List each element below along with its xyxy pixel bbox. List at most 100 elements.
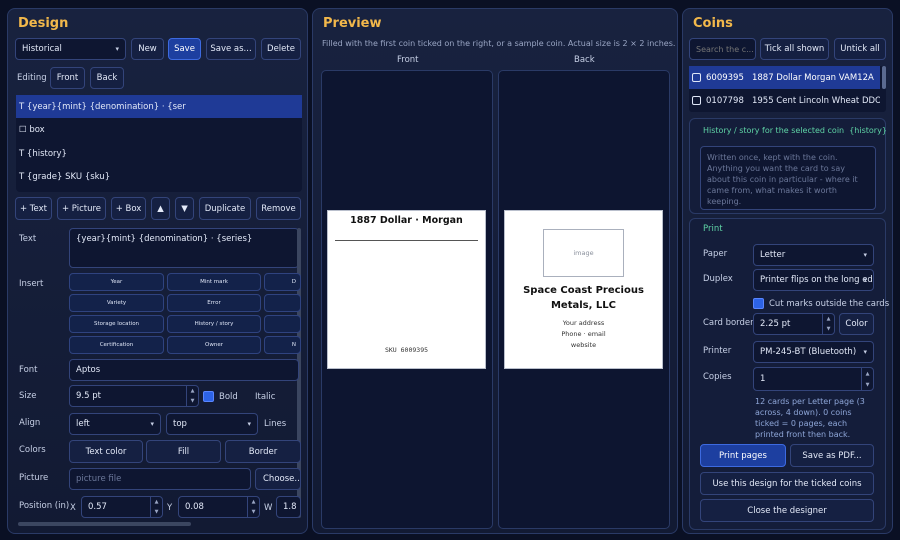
choose-picture-button[interactable]: Choose... <box>255 468 301 490</box>
card-border-stepper[interactable]: ▲ ▼ <box>822 314 834 334</box>
size-stepper[interactable]: ▲ ▼ <box>186 386 198 406</box>
design-panel: Design Historical New Save Save as... De… <box>7 8 308 534</box>
back-card-address: Your address <box>562 319 605 327</box>
insert-history-button[interactable]: History / story <box>167 315 261 333</box>
coin-list-scrollbar[interactable] <box>882 66 886 89</box>
add-picture-button[interactable]: + Picture <box>57 197 106 220</box>
cut-marks-checkbox[interactable] <box>753 298 764 309</box>
colors-label: Colors <box>19 445 46 455</box>
print-section: Print Paper Letter Duplex Printer flips … <box>689 218 890 530</box>
insert-extra-button-2[interactable] <box>264 315 301 333</box>
text-layer-icon: T <box>19 101 25 112</box>
box-layer-icon: ☐ <box>19 124 27 135</box>
duplex-select[interactable]: Printer flips on the long edge <box>753 269 874 291</box>
fill-color-button[interactable]: Fill <box>146 440 221 463</box>
back-card[interactable]: image Space Coast Precious Metals, LLC Y… <box>504 210 663 369</box>
italic-label: Italic <box>255 392 276 402</box>
print-heading: Print <box>703 224 723 234</box>
back-preview-label: Back <box>574 55 595 65</box>
align-vertical-select[interactable]: top <box>166 413 258 435</box>
save-as-pdf-button[interactable]: Save as PDF... <box>790 444 874 467</box>
coin-search-field[interactable] <box>696 44 755 54</box>
size-input[interactable]: 9.5 pt ▲ ▼ <box>69 385 199 407</box>
history-textarea[interactable]: Written once, kept with the coin. Anythi… <box>700 146 876 210</box>
preview-panel: Preview Filled with the first coin ticke… <box>312 8 678 534</box>
coin-search-input[interactable] <box>689 38 756 60</box>
x-position-input[interactable]: 0.57 ▲ ▼ <box>81 496 163 518</box>
text-color-button[interactable]: Text color <box>69 440 143 463</box>
insert-d-button[interactable]: D <box>264 273 301 291</box>
front-side-button[interactable]: Front <box>50 67 85 89</box>
cut-marks-label: Cut marks outside the cards <box>769 299 890 309</box>
back-side-button[interactable]: Back <box>90 67 124 89</box>
add-text-button[interactable]: + Text <box>15 197 52 220</box>
insert-extra-button[interactable] <box>264 294 301 312</box>
move-down-button[interactable]: ▼ <box>175 197 194 220</box>
front-card-title: 1887 Dollar · Morgan <box>350 215 463 226</box>
lines-label: Lines <box>264 419 287 429</box>
layer-item[interactable]: ☐ box <box>16 118 302 141</box>
duplicate-button[interactable]: Duplicate <box>199 197 251 220</box>
card-border-input[interactable]: 2.25 pt ▲ ▼ <box>753 313 835 335</box>
copies-input[interactable]: 1 ▲ ▼ <box>753 367 874 391</box>
coin-checkbox[interactable] <box>692 96 701 105</box>
printer-select[interactable]: PM-245-BT (Bluetooth) <box>753 341 874 363</box>
insert-variety-button[interactable]: Variety <box>69 294 164 312</box>
use-design-button[interactable]: Use this design for the ticked coins <box>700 472 874 495</box>
insert-mint-mark-button[interactable]: Mint mark <box>167 273 261 291</box>
insert-year-button[interactable]: Year <box>69 273 164 291</box>
y-stepper[interactable]: ▲ ▼ <box>247 497 259 517</box>
border-color-picker-button[interactable]: Color <box>839 313 874 335</box>
save-button[interactable]: Save <box>168 38 201 60</box>
picture-file-input[interactable]: picture file <box>69 468 251 490</box>
untick-all-button[interactable]: Untick all <box>834 38 886 60</box>
width-input[interactable]: 1.8 <box>276 496 301 518</box>
preview-subtitle: Filled with the first coin ticked on the… <box>322 39 676 48</box>
insert-certification-button[interactable]: Certification <box>69 336 164 354</box>
move-up-button[interactable]: ▲ <box>151 197 170 220</box>
bold-checkbox[interactable] <box>203 391 214 402</box>
paper-select[interactable]: Letter <box>753 244 874 266</box>
print-pages-button[interactable]: Print pages <box>700 444 786 467</box>
design-horizontal-scrollbar[interactable] <box>18 522 191 526</box>
close-designer-button[interactable]: Close the designer <box>700 499 874 522</box>
design-title: Design <box>18 16 69 31</box>
x-stepper[interactable]: ▲ ▼ <box>150 497 162 517</box>
insert-storage-location-button[interactable]: Storage location <box>69 315 164 333</box>
back-card-company: Space Coast Precious Metals, LLC <box>523 285 644 311</box>
layer-list: T {year}{mint} {denomination} · {ser ☐ b… <box>16 95 302 192</box>
coin-checkbox[interactable] <box>692 73 701 82</box>
layer-item[interactable]: T {history} <box>16 142 302 165</box>
remove-button[interactable]: Remove <box>256 197 301 220</box>
history-section: History / story for the selected coin {h… <box>689 118 887 214</box>
copies-stepper[interactable]: ▲ ▼ <box>861 368 873 390</box>
tick-all-shown-button[interactable]: Tick all shown <box>760 38 829 60</box>
font-label: Font <box>19 365 38 375</box>
front-card-divider <box>335 240 478 241</box>
coin-list-item[interactable]: 0107798 1955 Cent Lincoln Wheat DDO <box>689 89 880 112</box>
save-as-button[interactable]: Save as... <box>206 38 256 60</box>
y-position-input[interactable]: 0.08 ▲ ▼ <box>178 496 260 518</box>
y-label: Y <box>167 503 173 513</box>
text-field-label: Text <box>19 234 37 244</box>
align-horizontal-select[interactable]: left <box>69 413 161 435</box>
insert-n-button[interactable]: N <box>264 336 301 354</box>
coin-list: 6009395 1887 Dollar Morgan VAM12A 010779… <box>689 66 886 112</box>
copies-label: Copies <box>703 372 732 382</box>
insert-error-button[interactable]: Error <box>167 294 261 312</box>
delete-button[interactable]: Delete <box>261 38 301 60</box>
add-box-button[interactable]: + Box <box>111 197 146 220</box>
font-input[interactable]: Aptos <box>69 359 299 381</box>
layer-item[interactable]: T {grade} SKU {sku} <box>16 165 302 188</box>
new-button[interactable]: New <box>131 38 164 60</box>
layer-item[interactable]: T {year}{mint} {denomination} · {ser <box>16 95 302 118</box>
coins-title: Coins <box>693 16 733 31</box>
coin-list-item[interactable]: 6009395 1887 Dollar Morgan VAM12A <box>689 66 880 89</box>
border-color-button[interactable]: Border <box>225 440 301 463</box>
insert-owner-button[interactable]: Owner <box>167 336 261 354</box>
paper-label: Paper <box>703 249 728 259</box>
text-content-input[interactable]: {year}{mint} {denomination} · {series} <box>69 228 299 268</box>
design-select[interactable]: Historical <box>15 38 126 60</box>
w-label: W <box>264 503 273 513</box>
front-card[interactable]: 1887 Dollar · Morgan SKU 6009395 <box>327 210 486 369</box>
